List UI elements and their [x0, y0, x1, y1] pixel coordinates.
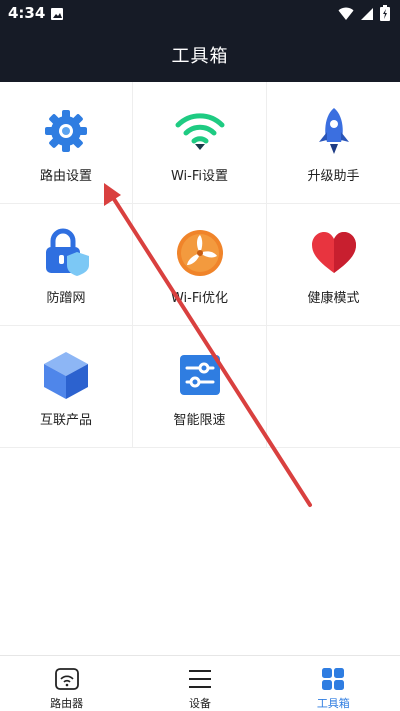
router-icon [54, 666, 80, 692]
tab-label: 路由器 [50, 697, 84, 710]
tool-label: 互联产品 [39, 413, 92, 428]
tool-router-settings[interactable]: 路由设置 [0, 82, 133, 204]
rocket-icon [309, 106, 359, 156]
tool-anti-freeloading[interactable]: 防蹭网 [0, 204, 133, 326]
battery-icon [380, 5, 390, 25]
tool-connected-products[interactable]: 互联产品 [0, 326, 133, 448]
tool-label: Wi-Fi优化 [170, 291, 228, 306]
tool-label: 智能限速 [173, 413, 226, 428]
gear-icon [41, 106, 91, 156]
wifi-signal-icon [338, 6, 354, 25]
screen: 4:34 工具箱 路由设置 Wi-Fi设置 升级助手 防蹭网 Wi-Fi优化 健… [0, 0, 400, 711]
tool-smart-speed-limit[interactable]: 智能限速 [133, 326, 267, 448]
sliders-icon [175, 350, 225, 400]
image-notification-icon [50, 6, 64, 25]
heart-icon [309, 228, 359, 278]
system-icons [338, 5, 390, 25]
page-title: 工具箱 [171, 46, 229, 67]
tool-label: 健康模式 [307, 291, 360, 306]
tab-router[interactable]: 路由器 [0, 656, 133, 711]
grid-icon [320, 666, 346, 692]
tool-label: 升级助手 [307, 169, 360, 184]
tool-wifi-optimize[interactable]: Wi-Fi优化 [133, 204, 267, 326]
empty-cell [267, 326, 400, 448]
status-bar: 4:34 [0, 0, 400, 28]
cube-icon [41, 350, 91, 400]
menu-icon [187, 666, 213, 692]
wifi-icon [175, 106, 225, 156]
tab-label: 工具箱 [316, 697, 350, 710]
lock-shield-icon [41, 228, 91, 278]
tab-toolbox[interactable]: 工具箱 [267, 656, 400, 711]
bottom-nav: 路由器 设备 工具箱 [0, 655, 400, 711]
tool-label: Wi-Fi设置 [170, 169, 228, 184]
tool-wifi-settings[interactable]: Wi-Fi设置 [133, 82, 267, 204]
tool-upgrade-assistant[interactable]: 升级助手 [267, 82, 400, 204]
tool-grid: 路由设置 Wi-Fi设置 升级助手 防蹭网 Wi-Fi优化 健康模式 互联产品 … [0, 82, 400, 448]
fan-icon [175, 228, 225, 278]
tool-health-mode[interactable]: 健康模式 [267, 204, 400, 326]
tab-devices[interactable]: 设备 [133, 656, 266, 711]
tool-label: 路由设置 [39, 169, 92, 184]
cell-signal-icon [360, 6, 374, 25]
tool-label: 防蹭网 [46, 291, 86, 306]
status-time: 4:34 [8, 4, 46, 22]
app-header: 工具箱 [0, 28, 400, 82]
tab-label: 设备 [188, 697, 211, 710]
